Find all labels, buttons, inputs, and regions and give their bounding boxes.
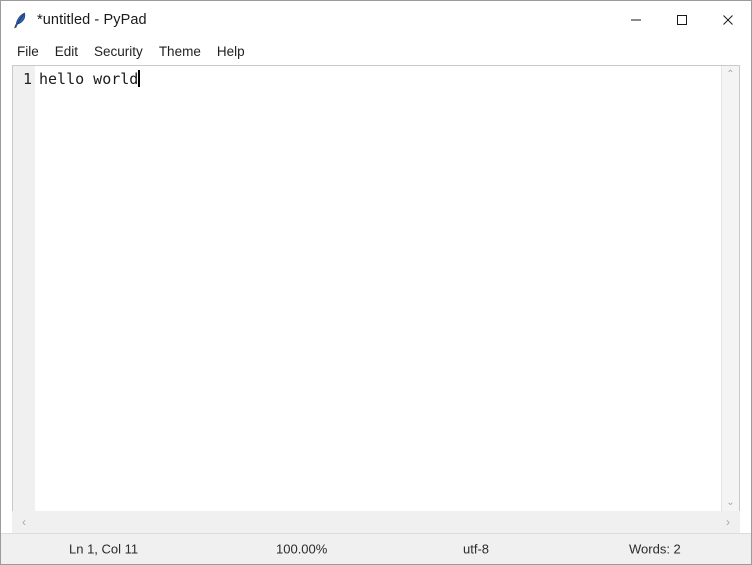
minimize-button[interactable] xyxy=(613,1,659,39)
text-editor[interactable]: hello world xyxy=(35,66,721,511)
window-title: *untitled - PyPad xyxy=(37,12,147,28)
close-button[interactable] xyxy=(705,1,751,39)
editor-row: 1 hello world ⌃ ⌄ xyxy=(13,66,739,511)
scroll-up-arrow-icon[interactable]: ⌃ xyxy=(722,66,739,83)
menu-item-edit[interactable]: Edit xyxy=(47,41,86,63)
menu-item-security[interactable]: Security xyxy=(86,41,151,63)
minimize-icon xyxy=(631,19,641,21)
menu-bar: File Edit Security Theme Help xyxy=(1,39,751,65)
status-cursor-position: Ln 1, Col 11 xyxy=(69,541,139,557)
status-word-count: Words: 2 xyxy=(629,541,681,557)
scroll-left-arrow-icon[interactable]: ‹ xyxy=(12,511,36,533)
scroll-down-arrow-icon[interactable]: ⌄ xyxy=(722,494,739,511)
text-caret xyxy=(138,70,141,87)
scroll-right-arrow-icon[interactable]: › xyxy=(716,511,740,533)
menu-item-file[interactable]: File xyxy=(9,41,47,63)
pypad-window: *untitled - PyPad File Edit Security The… xyxy=(0,0,752,565)
menu-item-theme[interactable]: Theme xyxy=(151,41,209,63)
maximize-button[interactable] xyxy=(659,1,705,39)
line-number: 1 xyxy=(22,70,32,88)
status-bar: Ln 1, Col 11 100.00% utf-8 Words: 2 xyxy=(1,533,751,564)
status-encoding[interactable]: utf-8 xyxy=(463,542,489,557)
editor-container: 1 hello world ⌃ ⌄ xyxy=(12,65,740,511)
menu-item-help[interactable]: Help xyxy=(209,41,253,63)
vertical-scrollbar[interactable]: ⌃ ⌄ xyxy=(721,66,739,511)
line-number-gutter: 1 xyxy=(13,66,35,511)
maximize-icon xyxy=(677,15,687,25)
editor-line-1: hello world xyxy=(39,70,139,88)
close-icon xyxy=(723,15,733,25)
horizontal-scrollbar[interactable]: ‹ › xyxy=(12,511,740,533)
status-zoom-level[interactable]: 100.00% xyxy=(276,542,327,557)
window-controls xyxy=(613,1,751,39)
title-bar: *untitled - PyPad xyxy=(1,1,751,39)
feather-quill-icon xyxy=(14,12,26,29)
